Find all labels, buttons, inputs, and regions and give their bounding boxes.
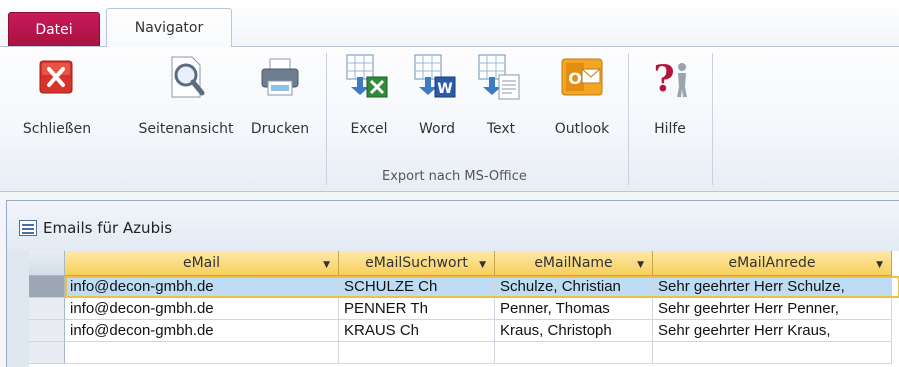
svg-text:O: O [568, 69, 582, 88]
help-label: Hilfe [654, 121, 686, 137]
row-selector[interactable] [29, 320, 65, 342]
text-label: Text [486, 121, 516, 137]
column-header-label: eMail [182, 255, 221, 271]
export-outlook-button[interactable]: O Outlook [552, 53, 612, 153]
row-selector[interactable] [29, 342, 65, 364]
print-preview-button[interactable]: Seitenansicht [138, 53, 234, 153]
column-header-suchwort[interactable]: eMailSuchwort ▼ [339, 251, 495, 276]
column-header-anrede[interactable]: eMailAnrede ▼ [653, 251, 892, 276]
export-word-button[interactable]: W Word [412, 53, 462, 153]
form-title-bar: Emails für Azubis [7, 201, 899, 251]
dropdown-arrow-icon[interactable]: ▼ [876, 260, 883, 270]
cell-email[interactable] [65, 342, 339, 364]
tab-file[interactable]: Datei [8, 12, 100, 46]
cell-suchwort[interactable]: PENNER Th [339, 298, 495, 320]
form-title: Emails für Azubis [43, 219, 173, 237]
export-group-label: Export nach MS-Office [382, 169, 527, 184]
word-export-icon: W [413, 53, 461, 101]
column-header-label: eMailSuchwort [365, 255, 468, 271]
ribbon-separator [326, 53, 327, 185]
datasheet: eMail ▼ eMailSuchwort ▼ eMailName ▼ eMai… [29, 251, 899, 367]
ribbon: Schließen Seitenansicht Drucken Excel W … [0, 46, 899, 192]
print-preview-label: Seitenansicht [138, 121, 234, 137]
print-button[interactable]: Drucken [242, 53, 318, 153]
close-label: Schließen [22, 121, 92, 137]
select-all-corner[interactable] [29, 251, 65, 276]
tab-navigator[interactable]: Navigator [106, 8, 232, 47]
dropdown-arrow-icon[interactable]: ▼ [479, 260, 486, 270]
export-text-button[interactable]: Text [476, 53, 526, 153]
ribbon-separator [712, 53, 713, 185]
form-icon [19, 220, 37, 236]
cell-suchwort[interactable] [339, 342, 495, 364]
cell-name[interactable]: Schulze, Christian [495, 276, 653, 298]
cell-suchwort[interactable]: KRAUS Ch [339, 320, 495, 342]
cell-suchwort[interactable]: SCHULZE Ch [339, 276, 495, 298]
excel-label: Excel [350, 121, 388, 137]
cell-name[interactable]: Penner, Thomas [495, 298, 653, 320]
form-window: Emails für Azubis eMail ▼ eMailSuchwort … [6, 200, 899, 367]
outlook-icon: O [558, 53, 606, 101]
excel-export-icon [345, 53, 393, 101]
cell-name[interactable] [495, 342, 653, 364]
cell-email[interactable]: info@decon-gmbh.de [65, 276, 339, 298]
close-icon [33, 53, 81, 101]
outlook-label: Outlook [554, 121, 610, 137]
export-excel-button[interactable]: Excel [344, 53, 394, 153]
help-button[interactable]: ? Hilfe [645, 53, 695, 153]
column-header-label: eMailName [534, 255, 613, 271]
dropdown-arrow-icon[interactable]: ▼ [323, 260, 330, 270]
dropdown-arrow-icon[interactable]: ▼ [637, 260, 644, 270]
printer-icon [256, 53, 304, 101]
column-header-label: eMailAnrede [728, 255, 816, 271]
cell-email[interactable]: info@decon-gmbh.de [65, 298, 339, 320]
svg-text:W: W [437, 81, 452, 97]
help-icon: ? [646, 53, 694, 101]
column-header-name[interactable]: eMailName ▼ [495, 251, 653, 276]
word-label: Word [419, 121, 455, 137]
cell-anrede[interactable]: Sehr geehrter Herr Kraus, [653, 320, 892, 342]
svg-text:?: ? [653, 58, 674, 100]
ribbon-tab-bar: Datei Navigator [0, 0, 899, 47]
close-button[interactable]: Schließen [14, 53, 100, 153]
text-export-icon [477, 53, 525, 101]
cell-anrede[interactable]: Sehr geehrter Herr Schulze, [653, 276, 892, 298]
cell-email[interactable]: info@decon-gmbh.de [65, 320, 339, 342]
cell-name[interactable]: Kraus, Christoph [495, 320, 653, 342]
row-selector[interactable] [29, 298, 65, 320]
print-preview-icon [162, 53, 210, 101]
ribbon-separator [628, 53, 629, 185]
print-label: Drucken [250, 121, 310, 137]
cell-anrede[interactable]: Sehr geehrter Herr Penner, [653, 298, 892, 320]
cell-anrede[interactable] [653, 342, 892, 364]
column-header-email[interactable]: eMail ▼ [65, 251, 339, 276]
row-selector[interactable] [29, 276, 65, 298]
